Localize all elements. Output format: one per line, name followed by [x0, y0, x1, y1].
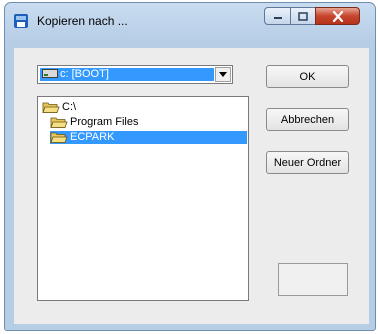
window-title: Kopieren nach ...	[37, 14, 128, 28]
minimize-icon	[273, 17, 282, 19]
open-folder-icon	[50, 132, 68, 143]
folder-tree[interactable]: C:\ Program Files ECPARK	[37, 96, 249, 301]
app-icon	[13, 13, 29, 29]
cancel-button[interactable]: Abbrechen	[266, 108, 349, 131]
maximize-icon	[298, 11, 308, 21]
open-folder-icon	[42, 102, 60, 113]
dialog-body: c: [BOOT] C:\ Program Files ECPARK OK Ab…	[14, 48, 369, 324]
drive-select-value: c: [BOOT]	[40, 68, 214, 81]
drive-select[interactable]: c: [BOOT]	[37, 65, 233, 84]
tree-item-program-files[interactable]: Program Files	[50, 116, 138, 129]
copy-to-dialog: Kopieren nach ... c: [BOOT] C:\ Program …	[4, 2, 376, 331]
close-button[interactable]	[315, 7, 360, 25]
close-icon	[332, 10, 343, 22]
new-folder-button[interactable]: Neuer Ordner	[266, 151, 349, 174]
ok-button[interactable]: OK	[266, 65, 349, 88]
tree-item-ecpark[interactable]: ECPARK	[50, 131, 247, 144]
open-folder-icon	[50, 117, 68, 128]
drive-icon	[42, 68, 58, 78]
tree-item-label: C:\	[62, 101, 77, 113]
dropdown-button[interactable]	[215, 67, 231, 82]
title-bar[interactable]: Kopieren nach ...	[5, 3, 375, 33]
minimize-button[interactable]	[264, 7, 291, 25]
tree-item-c-drive[interactable]: C:\	[42, 101, 76, 114]
status-box	[278, 263, 348, 296]
maximize-button[interactable]	[290, 7, 316, 25]
tree-item-label: Program Files	[70, 116, 139, 128]
drive-select-label: c: [BOOT]	[60, 68, 109, 80]
chevron-down-icon	[219, 72, 227, 77]
tree-item-label: ECPARK	[70, 131, 115, 143]
